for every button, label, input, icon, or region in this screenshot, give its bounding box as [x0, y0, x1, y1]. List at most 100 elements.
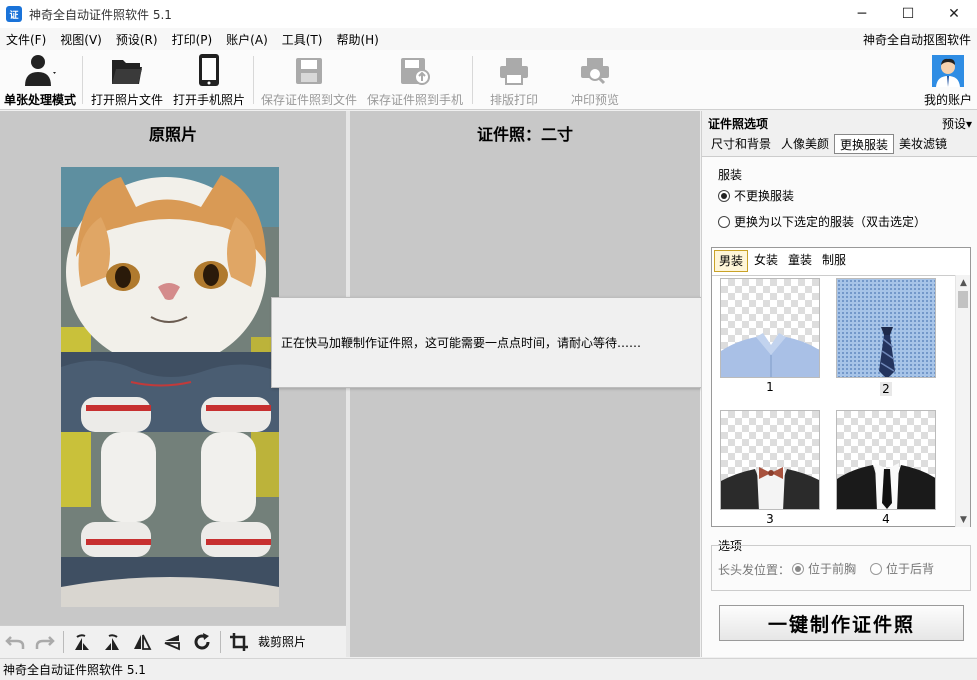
id-photo-options-panel: 证件照选项 预设▾ 尺寸和背景 人像美颜 更换服装 美妆滤镜 服装 不更换服装 … [701, 111, 977, 657]
open-photo-file-button[interactable]: 打开照片文件 [90, 54, 164, 108]
refresh-icon[interactable] [187, 627, 217, 657]
clothing-thumbnail [720, 278, 820, 378]
save-to-phone-button[interactable]: 保存证件照到手机 [365, 54, 465, 108]
menu-help[interactable]: 帮助(H) [330, 31, 386, 48]
cutout-software-link[interactable]: 神奇全自动抠图软件 [863, 31, 971, 48]
undo-icon[interactable] [0, 627, 30, 657]
radio-dot [718, 215, 730, 228]
phone-icon [197, 53, 221, 87]
clothing-item[interactable]: 1 [720, 278, 820, 394]
maximize-button[interactable]: ☐ [885, 0, 931, 28]
toolbar: 单张处理模式 打开照片文件 打开手机照片 保存证件照到文件 保存证件照到手机 排… [0, 50, 977, 110]
clothing-thumbnail [720, 410, 820, 510]
scroll-thumb[interactable] [958, 291, 968, 308]
status-bar: 神奇全自动证件照软件 5.1 [0, 658, 977, 680]
preset-dropdown[interactable]: 预设▾ [942, 115, 972, 132]
single-mode-button[interactable]: 单张处理模式 [3, 54, 77, 108]
rotate-right-icon[interactable] [97, 627, 127, 657]
tab-uniform[interactable]: 制服 [818, 250, 850, 272]
printer-icon [498, 54, 530, 87]
menu-print[interactable]: 打印(P) [166, 31, 221, 48]
tab-men[interactable]: 男装 [714, 250, 749, 272]
id-photo-title: 证件照：二寸 [476, 125, 573, 144]
separator [63, 630, 64, 653]
open-phone-photo-button[interactable]: 打开手机照片 [172, 54, 246, 108]
radio-change-clothing[interactable]: 更换为以下选定的服装（双击选定） [718, 213, 926, 230]
clothing-selector: 男装 女装 童装 制服 1 2 3 4 ▲ ▼ [711, 247, 971, 527]
close-button[interactable]: ✕ [931, 0, 977, 28]
options-title: 证件照选项 [708, 116, 769, 131]
window-title: 神奇全自动证件照软件 5.1 [29, 7, 172, 22]
toolbar-separator [82, 56, 83, 104]
open-phone-photo-label: 打开手机照片 [172, 93, 245, 107]
clothing-category-tabs: 男装 女装 童装 制服 [714, 250, 852, 272]
menu-account[interactable]: 账户(A) [220, 31, 276, 48]
print-preview-label: 冲印预览 [570, 93, 619, 107]
clothing-item[interactable]: 3 [720, 410, 820, 526]
account-avatar-icon [932, 54, 964, 87]
floppy-upload-icon [399, 54, 431, 87]
save-to-phone-label: 保存证件照到手机 [366, 93, 463, 107]
layout-print-label: 排版打印 [489, 93, 538, 107]
tab-women[interactable]: 女装 [750, 250, 782, 272]
redo-icon[interactable] [30, 627, 60, 657]
crop-photo-button[interactable]: 裁剪照片 [258, 633, 306, 650]
scroll-down-icon[interactable]: ▼ [956, 512, 971, 527]
menu-tools[interactable]: 工具(T) [276, 31, 331, 48]
app-logo-icon: 证 [6, 6, 22, 22]
status-text: 神奇全自动证件照软件 5.1 [3, 663, 146, 677]
menu-preset[interactable]: 预设(R) [110, 31, 166, 48]
radio-no-change[interactable]: 不更换服装 [718, 187, 794, 204]
tab-size-background[interactable]: 尺寸和背景 [706, 134, 776, 154]
clothing-item-number: 3 [766, 512, 774, 526]
scroll-up-icon[interactable]: ▲ [956, 275, 971, 290]
flip-horizontal-icon[interactable] [127, 627, 157, 657]
radio-hair-front[interactable]: 位于前胸 [792, 560, 856, 577]
folder-icon [110, 54, 144, 87]
separator [220, 630, 221, 653]
options-header: 证件照选项 预设▾ [702, 113, 977, 133]
tab-portrait-beauty[interactable]: 人像美颜 [776, 134, 834, 154]
rotate-left-icon[interactable] [67, 627, 97, 657]
clothing-group-label: 服装 [718, 168, 743, 182]
save-to-file-button[interactable]: 保存证件照到文件 [259, 54, 359, 108]
title-bar: 证 神奇全自动证件照软件 5.1 ─ ☐ ✕ [0, 0, 977, 28]
options-tabs: 尺寸和背景 人像美颜 更换服装 美妆滤镜 [706, 134, 952, 154]
original-photo-image[interactable] [61, 167, 279, 607]
floppy-disk-icon [294, 54, 324, 87]
clothing-scrollbar[interactable]: ▲ ▼ [955, 275, 970, 527]
my-account-label: 我的账户 [923, 93, 972, 107]
crop-icon[interactable] [224, 627, 254, 657]
tab-children[interactable]: 童装 [784, 250, 816, 272]
tab-makeup-filter[interactable]: 美妆滤镜 [894, 134, 952, 154]
radio-hair-back[interactable]: 位于后背 [870, 560, 934, 577]
flip-vertical-icon[interactable] [157, 627, 187, 657]
radio-no-change-label: 不更换服装 [734, 189, 795, 203]
clothing-item[interactable]: 2 [836, 278, 936, 396]
make-id-photo-button[interactable]: 一键制作证件照 [719, 605, 964, 641]
original-photo-title: 原照片 [148, 125, 197, 144]
menu-file[interactable]: 文件(F) [0, 31, 54, 48]
minimize-button[interactable]: ─ [839, 0, 885, 28]
clothing-item-number: 4 [882, 512, 890, 526]
layout-print-button[interactable]: 排版打印 [482, 54, 546, 108]
clothing-thumbnail [836, 278, 936, 378]
hair-position-label: 长头发位置： [718, 563, 791, 577]
clothing-item[interactable]: 4 [836, 410, 936, 526]
my-account-button[interactable]: 我的账户 [922, 54, 974, 108]
clothing-tab-content: 服装 不更换服装 更换为以下选定的服装（双击选定） 男装 女装 童装 制服 1 [702, 156, 977, 657]
processing-dialog: 正在快马加鞭制作证件照，这可能需要一点点时间，请耐心等待…… [271, 297, 705, 388]
single-mode-label: 单张处理模式 [3, 93, 76, 107]
radio-dot [792, 562, 804, 575]
window-controls: ─ ☐ ✕ [839, 0, 977, 28]
print-preview-button[interactable]: 冲印预览 [563, 54, 627, 108]
processing-message: 正在快马加鞭制作证件照，这可能需要一点点时间，请耐心等待…… [281, 336, 642, 350]
radio-dot [870, 562, 882, 575]
clothing-item-number: 2 [880, 382, 892, 396]
user-icon [22, 53, 58, 87]
menu-bar: 文件(F) 视图(V) 预设(R) 打印(P) 账户(A) 工具(T) 帮助(H… [0, 28, 977, 50]
clothing-item-number: 1 [766, 380, 774, 394]
menu-view[interactable]: 视图(V) [54, 31, 110, 48]
tab-change-clothing[interactable]: 更换服装 [834, 134, 895, 154]
save-to-file-label: 保存证件照到文件 [260, 93, 357, 107]
